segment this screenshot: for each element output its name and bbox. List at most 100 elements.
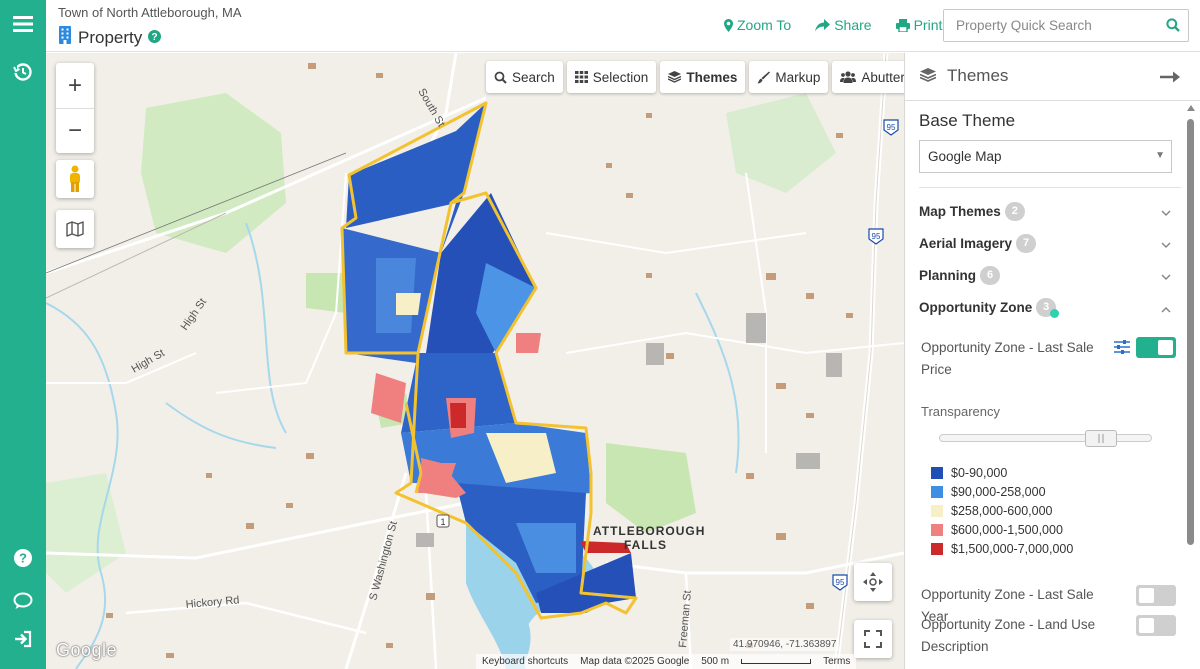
building-icon — [58, 25, 72, 50]
base-theme-label: Base Theme — [919, 111, 1016, 130]
left-sidebar: ? — [0, 0, 46, 669]
google-logo: Google — [56, 640, 118, 660]
legend-item: $0-90,000 — [931, 463, 1073, 482]
search-icon[interactable] — [1166, 18, 1180, 37]
themes-tool-button[interactable]: Themes — [660, 61, 746, 93]
last-sale-price-toggle[interactable] — [1136, 337, 1176, 358]
land-use-toggle[interactable] — [1136, 615, 1176, 636]
move-icon — [863, 572, 883, 592]
themes-panel-header: Themes — [905, 53, 1200, 101]
chevron-up-icon — [1161, 300, 1171, 318]
legend-item: $600,000-1,500,000 — [931, 520, 1073, 539]
section-label: Opportunity Zone — [919, 299, 1033, 315]
themes-panel: Themes Base Theme Google Map ▼ Map Theme… — [904, 53, 1200, 669]
terms-link[interactable]: Terms — [823, 656, 850, 667]
layer-land-use: Opportunity Zone - Land Use Description — [921, 617, 1096, 654]
zoom-to-button[interactable]: Zoom To — [724, 17, 791, 33]
layers-icon — [668, 71, 682, 83]
legend-swatch — [931, 466, 943, 479]
search-tool-button[interactable]: Search — [486, 61, 563, 93]
svg-text:?: ? — [19, 551, 27, 566]
header: Town of North Attleborough, MA Property … — [46, 0, 1200, 52]
page-help-icon[interactable]: ? — [148, 28, 162, 48]
map-marker-icon — [724, 18, 733, 32]
page-title-row: Property ? — [58, 25, 162, 50]
section-map-themes[interactable]: Map Themes 2 — [919, 199, 1175, 223]
keyboard-shortcuts-link[interactable]: Keyboard shortcuts — [482, 656, 568, 667]
scale-bar — [741, 659, 812, 664]
zoom-in-button[interactable]: + — [56, 63, 94, 108]
users-icon — [840, 71, 857, 83]
legend-swatch — [931, 542, 943, 555]
markup-tool-label: Markup — [775, 69, 821, 85]
sliders-icon[interactable] — [1114, 340, 1130, 359]
history-icon[interactable] — [0, 55, 46, 89]
legend: $0-90,000 $90,000-258,000 $258,000-600,0… — [931, 463, 1073, 558]
chevron-down-icon — [1161, 236, 1171, 254]
svg-text:95: 95 — [872, 232, 881, 241]
themes-tool-label: Themes — [686, 69, 738, 85]
help-icon[interactable]: ? — [0, 541, 46, 575]
table-icon — [574, 71, 588, 83]
chevron-down-icon — [1161, 204, 1171, 222]
toggle-knob — [1139, 588, 1154, 603]
place-label: ATTLEBOROUGH — [593, 524, 705, 538]
legend-label: $258,000-600,000 — [951, 503, 1053, 518]
section-label: Map Themes — [919, 203, 1001, 219]
section-aerial-imagery[interactable]: Aerial Imagery 7 — [919, 231, 1175, 255]
menu-icon[interactable] — [0, 7, 46, 41]
page-title: Property — [78, 27, 143, 47]
svg-text:95: 95 — [836, 578, 845, 587]
base-theme-select[interactable]: Google Map ▼ — [919, 140, 1172, 173]
caret-down-icon: ▼ — [1155, 150, 1165, 161]
legend-label: $0-90,000 — [951, 465, 1008, 480]
park-area — [306, 273, 346, 313]
print-label: Print — [913, 17, 943, 33]
map-tiles: 95 95 95 1 South St High St High St S Wa… — [46, 53, 904, 669]
fullscreen-button[interactable] — [854, 620, 892, 658]
svg-text:1: 1 — [440, 517, 445, 527]
transparency-slider[interactable] — [939, 430, 1152, 447]
legend-swatch — [931, 485, 943, 498]
selection-tool-button[interactable]: Selection — [566, 61, 657, 93]
zoom-out-button[interactable]: − — [56, 108, 94, 153]
scrollbar[interactable] — [1187, 119, 1194, 545]
toggle-knob — [1158, 340, 1173, 355]
selection-tool-label: Selection — [592, 69, 649, 85]
pan-control[interactable] — [854, 563, 892, 601]
slider-handle[interactable] — [1085, 430, 1117, 447]
map-canvas[interactable]: 95 95 95 1 South St High St High St S Wa… — [46, 53, 904, 669]
route-shield: 1 — [436, 514, 450, 528]
map-attribution: Keyboard shortcuts Map data ©2025 Google… — [476, 654, 857, 669]
themes-panel-title: Themes — [947, 66, 1009, 85]
section-opportunity-zone[interactable]: Opportunity Zone 3 — [919, 295, 1175, 319]
zoom-control: + − — [56, 63, 94, 153]
abutters-tool-button[interactable]: Abutters — [832, 61, 904, 93]
abutters-tool-label: Abutters — [861, 69, 904, 85]
scroll-up-arrow[interactable] — [1187, 105, 1195, 111]
share-label: Share — [834, 17, 872, 33]
pegman-icon — [70, 165, 80, 192]
print-button[interactable]: Print — [895, 17, 943, 33]
active-dot-icon — [1050, 308, 1060, 318]
feedback-icon[interactable] — [0, 584, 46, 618]
collapse-panel-icon[interactable] — [1160, 70, 1182, 89]
legend-label: $1,500,000-7,000,000 — [951, 541, 1074, 556]
markup-tool-button[interactable]: Markup — [749, 61, 829, 93]
quick-search-input[interactable] — [944, 10, 1154, 41]
search-tool-label: Search — [512, 69, 555, 85]
street-view-button[interactable] — [56, 160, 94, 198]
layer-last-sale-price: Opportunity Zone - Last Sale Price — [921, 340, 1094, 377]
chevron-down-icon — [1161, 268, 1171, 286]
map-type-button[interactable] — [56, 210, 94, 248]
brush-icon — [757, 71, 771, 83]
section-planning[interactable]: Planning 6 — [919, 263, 1175, 287]
login-icon[interactable] — [0, 622, 46, 656]
legend-swatch — [931, 504, 943, 517]
place-label: FALLS — [624, 538, 667, 552]
org-name: Town of North Attleborough, MA — [58, 5, 242, 20]
last-sale-year-toggle[interactable] — [1136, 585, 1176, 606]
legend-label: $90,000-258,000 — [951, 484, 1046, 499]
legend-item: $1,500,000-7,000,000 — [931, 539, 1073, 558]
share-button[interactable]: Share — [815, 17, 872, 33]
